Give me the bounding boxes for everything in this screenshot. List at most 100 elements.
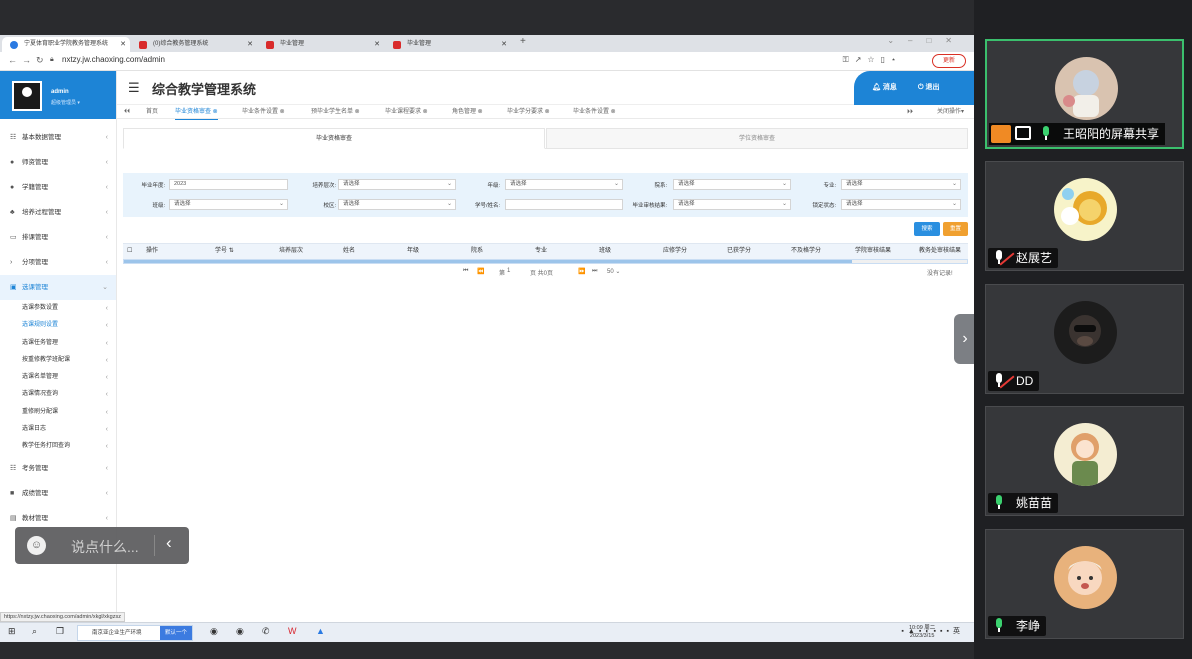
participant-tile-5[interactable]: 李峥 [985,529,1184,639]
participant-tile-3[interactable]: DD [985,284,1184,394]
major-select[interactable]: 请选择 ⌄ [841,179,961,190]
grade-select[interactable]: 请选择 ⌄ [505,179,623,190]
expand-panel-chevron-icon[interactable]: › [954,314,976,364]
level-select[interactable]: 请选择 ⌄ [338,179,456,190]
select-all-checkbox[interactable]: ☐ [127,244,132,259]
participant-tile-1[interactable]: 王昭阳的屏幕共享 [985,39,1184,149]
system-clock[interactable]: 10:09 周二 2023/3/15 [909,624,935,640]
browser-tab-4[interactable]: 毕业管理 ✕ [385,37,511,52]
menu-basic-data[interactable]: ☷ 基本数据管理 ‹ [0,125,116,150]
submenu-status-query[interactable]: 选课情况查询 ‹ [0,386,116,403]
menu-scheduling[interactable]: ▭ 排课管理 ‹ [0,225,116,250]
tab-credit-requirements[interactable]: 毕业学分要求 ⊗ [507,105,550,119]
submenu-retake-class[interactable]: 按重修教学班配课 ‹ [0,352,116,369]
subtab-graduation-review[interactable]: 毕业资格审查 [123,128,545,149]
last-page-icon[interactable]: ⏭ [592,268,597,275]
reset-button[interactable]: 重置 [943,222,968,236]
tab-graduation-review[interactable]: 毕业资格审查 ⊗ [175,105,218,120]
browser-tab-1[interactable]: 宁夏体育职业学院教务管理系统 ✕ [2,37,130,52]
chat-input-bar[interactable]: ☺ 说点什么... ‹ [15,527,189,564]
menu-student-status[interactable]: ● 学籍管理 ‹ [0,175,116,200]
close-tab-icon[interactable]: ✕ [120,37,126,52]
back-arrow-icon[interactable]: ← [8,55,17,65]
logout-button[interactable]: ⏻ 退出 [918,82,939,92]
monitor-icon: ▭ [10,234,17,241]
class-select[interactable]: 请选择 ⌄ [169,199,288,210]
submenu-rule-settings[interactable]: 选课规则设置 ‹ [0,317,116,334]
page-size-select[interactable]: 50 ⌄ [607,268,620,275]
menu-course-selection[interactable]: ▣ 选课管理 ⌄ [0,275,116,300]
col-student-no[interactable]: 学号 ⇅ [215,244,234,259]
address-action-icons[interactable]: ⚿↗☆▯⋆ [843,55,902,65]
menu-exam[interactable]: ☷ 考务管理 ‹ [0,456,116,481]
menu-subitems[interactable]: › 分项管理 ‹ [0,250,116,275]
participants-panel: 王昭阳的屏幕共享 赵展艺 DD 姚苗苗 李峥 [974,0,1192,659]
lock-status-select[interactable]: 请选择 ⌄ [841,199,961,210]
close-tab-icon[interactable]: ✕ [247,37,253,52]
submenu-return-query[interactable]: 教学任务打回查询 ‹ [0,438,116,455]
grad-year-input[interactable]: 2023 [169,179,288,190]
reload-icon[interactable]: ↻ [36,55,44,66]
user-role-dropdown[interactable]: 超级管理员 ▾ [51,99,80,106]
prev-page-icon[interactable]: ⏪ [477,268,484,275]
messages-button[interactable]: 🔔︎ 消息 [872,82,897,92]
tab-home[interactable]: 首页 [146,105,158,119]
table-horizontal-scrollbar[interactable] [123,259,968,264]
submenu-roster-mgmt[interactable]: 选课名单管理 ‹ [0,369,116,386]
audit-result-select[interactable]: 请选择 ⌄ [673,199,791,210]
update-button[interactable]: 更新 [932,54,966,68]
close-tab-icon[interactable]: ✕ [501,37,507,52]
chevron-left-icon: ‹ [105,374,108,382]
col-dept: 院系 [471,248,484,254]
tab-graduation-conditions-2[interactable]: 毕业条件设置 ⊗ [573,105,616,119]
browser-tab-3[interactable]: 毕业管理 ✕ [258,37,384,52]
chevron-left-icon: ‹ [105,305,108,312]
chevron-left-icon[interactable]: ‹ [166,533,172,553]
tab-graduation-conditions[interactable]: 毕业条件设置 ⊗ [242,105,285,119]
search-button[interactable]: 搜索 [914,222,940,236]
window-controls[interactable]: ⌄–□✕ [887,36,966,45]
wechat-icon[interactable]: ✆ [262,626,270,637]
tab-pre-graduates[interactable]: 预毕业学生名单 ⊗ [311,105,360,119]
main-content: ☰ 综合教学管理系统 🔔︎ 消息 ⏻ 退出 ⏴⏴ 首页 毕业资格审查 ⊗ 毕业条… [117,71,974,622]
hamburger-menu-icon[interactable]: ☰ [128,80,140,96]
tabs-scroll-left-icon[interactable]: ⏴⏴ [124,105,130,119]
emoji-icon[interactable]: ☺ [27,536,46,555]
close-tab-icon[interactable]: ✕ [374,37,380,52]
stuno-input[interactable] [505,199,623,210]
windows-start-icon[interactable]: ⊞ [8,626,16,637]
tab-course-requirements[interactable]: 毕业课程要求 ⊗ [385,105,428,119]
menu-training-process[interactable]: ♣ 培养过程管理 ‹ [0,200,116,225]
dept-select[interactable]: 请选择 ⌄ [673,179,791,190]
close-operations-dropdown[interactable]: 关闭操作▾ [937,105,964,119]
wps-icon[interactable]: W [288,626,297,636]
tabs-scroll-right-icon[interactable]: ⏵⏵ [907,105,913,119]
chat-placeholder[interactable]: 说点什么... [71,537,139,557]
chrome-active-icon[interactable]: ◉ [236,626,244,637]
chrome-icon[interactable]: ◉ [210,626,218,637]
participant-tile-2[interactable]: 赵展艺 [985,161,1184,271]
new-tab-plus-icon[interactable]: + [520,36,526,47]
menu-grades[interactable]: ■ 成绩管理 ‹ [0,481,116,506]
user-avatar[interactable] [12,81,42,111]
scrollbar-thumb[interactable] [124,260,852,263]
submenu-task-mgmt[interactable]: 选课任务管理 ‹ [0,335,116,352]
menu-faculty[interactable]: ● 师资管理 ‹ [0,150,116,175]
browser-tab-2[interactable]: (0)综合教务管理系统 ✕ [131,37,257,52]
subtab-degree-review[interactable]: 学位资格审查 [546,128,968,149]
taskbar-app-window[interactable]: 默认一个 南京亚企业生产环境 [77,625,193,641]
tab-roles[interactable]: 角色管理 ⊗ [452,105,483,119]
participant-tile-4[interactable]: 姚苗苗 [985,406,1184,516]
page-number-input[interactable]: 1 [507,268,510,274]
submenu-retake-assign[interactable]: 重修刷分配课 ‹ [0,404,116,421]
next-page-icon[interactable]: ⏩ [578,268,585,275]
submenu-param-settings[interactable]: 选课参数设置 ‹ [0,300,116,317]
first-page-icon[interactable]: ⏮ [463,268,468,275]
forward-arrow-icon[interactable]: → [22,55,31,65]
submenu-log[interactable]: 选课日志 ‹ [0,421,116,438]
search-icon[interactable]: ⌕ [32,626,37,637]
meeting-icon[interactable]: ▲ [316,626,325,636]
campus-select[interactable]: 请选择 ⌄ [338,199,456,210]
url-field[interactable]: nxtzy.jw.chaoxing.com/admin [62,55,165,64]
task-view-icon[interactable]: ❐ [56,626,64,637]
